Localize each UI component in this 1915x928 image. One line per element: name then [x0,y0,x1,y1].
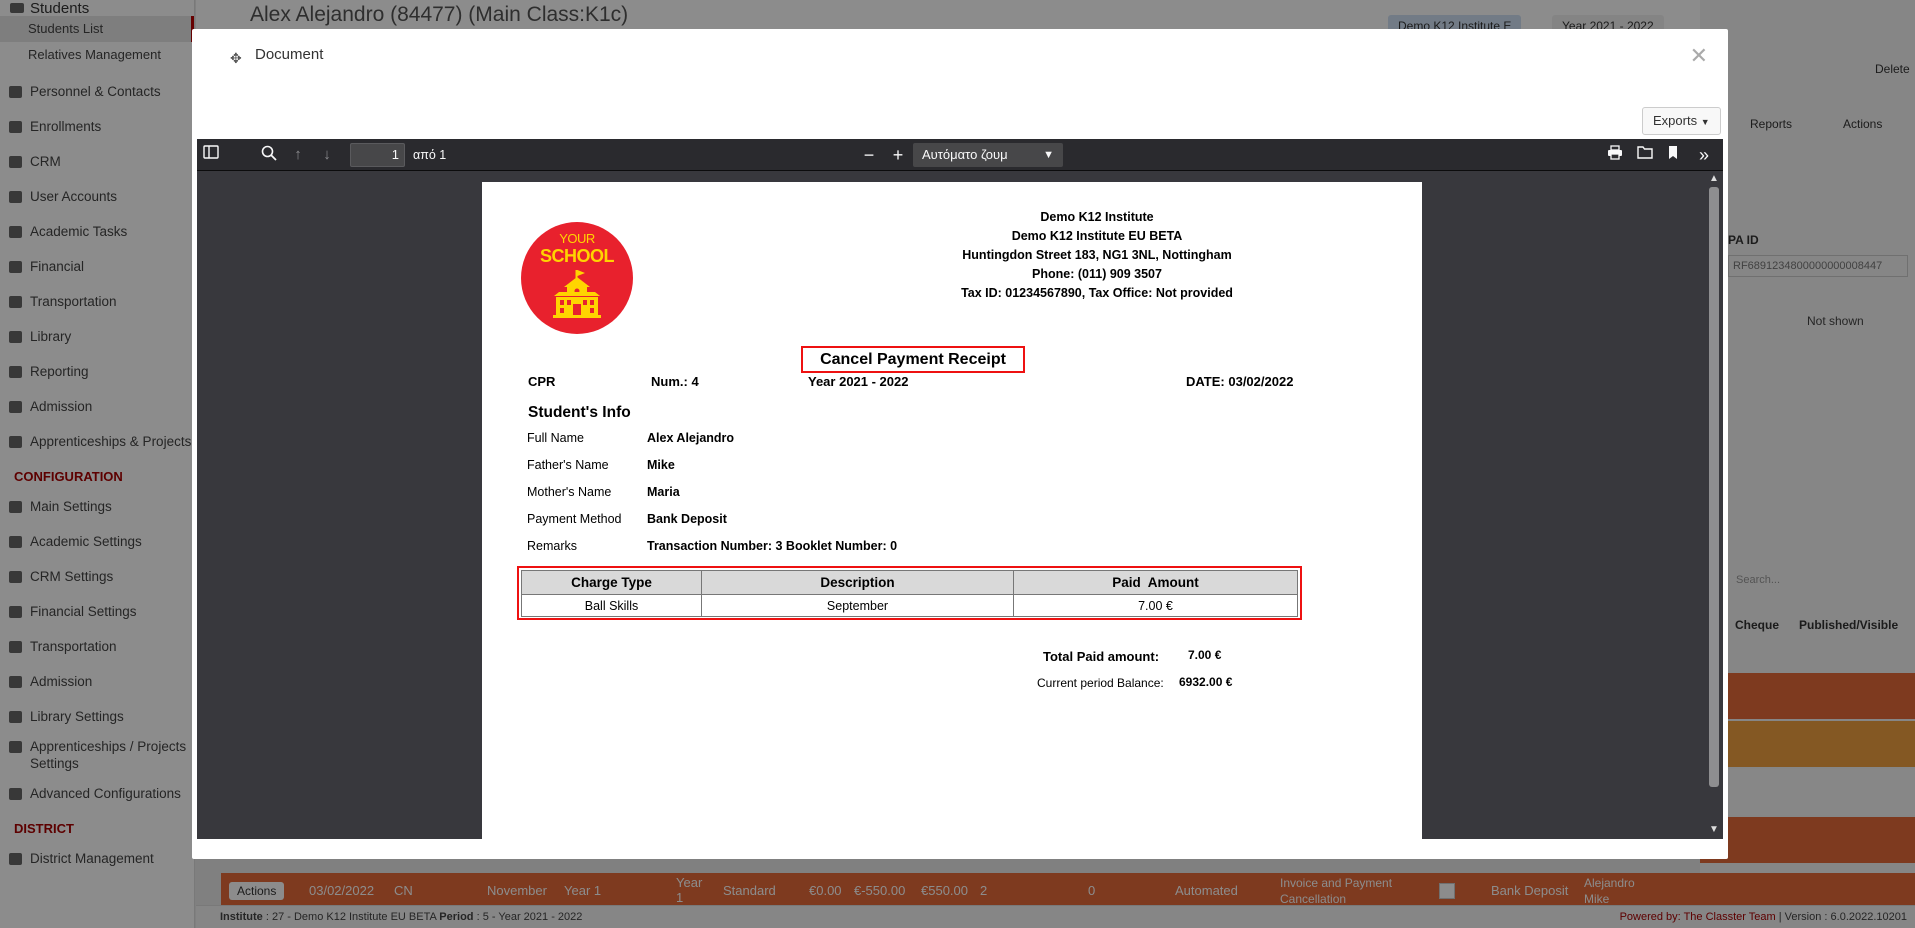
institute-tax-info: Tax ID: 01234567890, Tax Office: Not pro… [961,286,1233,300]
school-building-icon [553,270,601,318]
info-value-father: Mike [647,458,675,472]
balance-value: 6932.00 € [1179,675,1233,689]
zoom-select-value: Αυτόματο ζουμ [922,147,1008,162]
info-value-full-name: Alex Alejandro [647,431,735,445]
exports-button[interactable]: Exports ▼ [1642,107,1721,135]
pdf-viewer: ↑ ↓ 1 από 1 − + Αυτόματο ζουμ ▼ » ▲ ▼ YO… [197,139,1723,839]
tools-icon[interactable]: » [1694,145,1714,165]
page-number-input[interactable]: 1 [350,143,405,167]
bookmark-icon[interactable] [1663,145,1683,165]
receipt-code: CPR [528,374,556,389]
open-file-icon[interactable] [1635,145,1655,165]
chevron-down-icon: ▼ [1043,149,1054,161]
charges-table-highlight: Charge Type Description Paid Amount Ball… [517,566,1302,620]
info-label-mother: Mother's Name [527,485,612,499]
institute-name: Demo K12 Institute [1040,210,1154,224]
info-value-mother: Maria [647,485,680,499]
print-icon[interactable] [1605,145,1625,165]
info-label-payment-method: Payment Method [527,512,622,526]
total-paid-label: Total Paid amount: [1043,649,1160,664]
col-header-description: Description [701,570,1014,595]
sidebar-toggle-icon[interactable] [201,145,221,165]
info-label-remarks: Remarks [527,539,578,553]
document-modal: ✥ Document ✕ Exports ▼ ↑ ↓ 1 από 1 − + Α… [192,29,1728,859]
charges-table: Charge Type Description Paid Amount Ball… [521,570,1298,617]
modal-title: Document [255,46,324,63]
cell-paid-amount: 7.00 € [1013,594,1298,617]
info-label-full-name: Full Name [527,431,584,445]
receipt-number: Num.: 4 [651,374,699,389]
scrollbar-thumb[interactable] [1709,187,1719,787]
info-value-remarks: Transaction Number: 3 Booklet Number: 0 [647,539,898,553]
student-info-heading: Student's Info [528,404,631,421]
col-header-paid-amount: Paid Amount [1013,570,1298,595]
pdf-toolbar: ↑ ↓ 1 από 1 − + Αυτόματο ζουμ ▼ » [197,139,1723,171]
arrow-up-icon[interactable]: ↑ [288,145,308,165]
exports-label: Exports [1653,113,1698,128]
close-icon[interactable]: ✕ [1690,43,1708,69]
receipt-year: Year 2021 - 2022 [808,374,909,389]
logo-text-main: SCHOOL [539,246,615,266]
receipt-date: DATE: 03/02/2022 [1186,374,1294,389]
col-header-charge-type: Charge Type [521,570,702,595]
logo-text-top: YOUR [559,231,595,246]
receipt-title: Cancel Payment Receipt [801,346,1025,373]
info-value-payment-method: Bank Deposit [647,512,727,526]
scroll-down-icon[interactable]: ▼ [1708,823,1720,837]
scroll-up-icon[interactable]: ▲ [1708,172,1720,186]
cell-charge-type: Ball Skills [521,594,702,617]
page-count: από 1 [413,148,447,162]
institute-subname: Demo K12 Institute EU BETA [1011,229,1183,243]
table-header-row: Charge Type Description Paid Amount [521,570,1298,595]
move-icon[interactable]: ✥ [230,51,244,65]
total-paid-value: 7.00 € [1188,648,1222,662]
school-logo: YOUR SCHOOL [521,222,633,334]
zoom-select[interactable]: Αυτόματο ζουμ ▼ [913,143,1063,167]
arrow-down-icon[interactable]: ↓ [317,145,337,165]
zoom-out-icon[interactable]: − [859,145,879,165]
info-label-father: Father's Name [527,458,609,472]
cell-description: September [701,594,1014,617]
zoom-in-icon[interactable]: + [888,145,908,165]
pdf-page: YOUR SCHOOL Demo K12 Institute Demo K12 … [482,182,1422,839]
table-row: Ball Skills September 7.00 € [521,594,1298,617]
balance-label: Current period Balance: [1037,676,1164,690]
search-icon[interactable] [259,145,279,165]
institute-address: Huntingdon Street 183, NG1 3NL, Nottingh… [962,248,1232,262]
institute-phone: Phone: (011) 909 3507 [1032,267,1162,281]
caret-down-icon: ▼ [1700,117,1710,127]
